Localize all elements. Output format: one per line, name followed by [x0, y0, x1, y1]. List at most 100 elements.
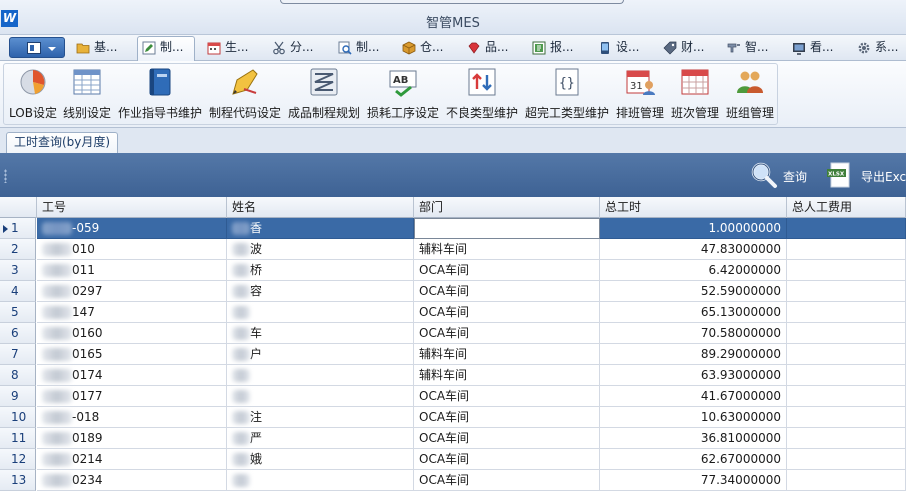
table-row[interactable]: 10 -018 注 OCA车间 10.63000000: [0, 407, 906, 428]
tab-module-9[interactable]: 设...: [594, 37, 639, 59]
tab-module-1[interactable]: 基...: [72, 37, 117, 59]
defect-type-button[interactable]: 不良类型维护: [444, 65, 520, 123]
column-header-dept[interactable]: 部门: [414, 197, 600, 218]
cell-dept[interactable]: OCA车间: [414, 470, 600, 491]
row-number[interactable]: 11: [0, 428, 36, 449]
cell-id[interactable]: 0234: [37, 470, 227, 491]
cell-hours[interactable]: 70.58000000: [600, 323, 787, 344]
cell-name[interactable]: 波: [227, 239, 414, 260]
work-instruction-button[interactable]: 作业指导书维护: [116, 65, 204, 123]
loss-process-button[interactable]: AB 损耗工序设定: [364, 65, 442, 123]
cell-id[interactable]: 0177: [37, 386, 227, 407]
column-header-labor-cost[interactable]: 总人工费用: [787, 197, 906, 218]
cell-dept[interactable]: OCA车间: [414, 407, 600, 428]
cell-dept[interactable]: OCA车间: [414, 260, 600, 281]
cell-labor-cost[interactable]: [787, 449, 906, 470]
cell-name[interactable]: 注: [227, 407, 414, 428]
table-row[interactable]: 1 -059 香 1.00000000: [0, 218, 906, 239]
cell-id[interactable]: -059: [37, 218, 227, 239]
tab-module-7[interactable]: 品...: [463, 37, 508, 59]
cell-hours[interactable]: 52.59000000: [600, 281, 787, 302]
cell-name[interactable]: 户: [227, 344, 414, 365]
row-number[interactable]: 7: [0, 344, 36, 365]
cell-hours[interactable]: 1.00000000: [600, 218, 787, 239]
table-row[interactable]: 2 010 波 辅料车间 47.83000000: [0, 239, 906, 260]
line-settings-button[interactable]: 线别设定: [60, 65, 114, 123]
column-header-name[interactable]: 姓名: [227, 197, 414, 218]
export-excel-button[interactable]: XLSX 导出Exc: [826, 159, 906, 191]
row-number[interactable]: 6: [0, 323, 36, 344]
cell-dept[interactable]: OCA车间: [414, 281, 600, 302]
table-row[interactable]: 11 0189 严 OCA车间 36.81000000: [0, 428, 906, 449]
process-code-button[interactable]: 制程代码设定: [206, 65, 284, 123]
tab-module-6[interactable]: 仓...: [398, 37, 443, 59]
cell-name[interactable]: 容: [227, 281, 414, 302]
cell-labor-cost[interactable]: [787, 407, 906, 428]
cell-dept[interactable]: OCA车间: [414, 386, 600, 407]
cell-id[interactable]: -018: [37, 407, 227, 428]
cell-name[interactable]: 香: [227, 218, 414, 239]
cell-dept[interactable]: 辅料车间: [414, 239, 600, 260]
cell-name[interactable]: [227, 365, 414, 386]
cell-hours[interactable]: 62.67000000: [600, 449, 787, 470]
cell-hours[interactable]: 6.42000000: [600, 260, 787, 281]
cell-labor-cost[interactable]: [787, 365, 906, 386]
tab-module-13[interactable]: 系...: [853, 37, 898, 59]
cell-labor-cost[interactable]: [787, 344, 906, 365]
table-row[interactable]: 3 011 桥 OCA车间 6.42000000: [0, 260, 906, 281]
cell-name[interactable]: 严: [227, 428, 414, 449]
cell-labor-cost[interactable]: [787, 323, 906, 344]
tab-module-10[interactable]: 财...: [659, 37, 704, 59]
column-header-hours[interactable]: 总工时: [600, 197, 787, 218]
cell-labor-cost[interactable]: [787, 281, 906, 302]
app-menu-button[interactable]: [9, 37, 65, 58]
team-management-button[interactable]: 班组管理: [724, 65, 776, 123]
row-number[interactable]: 5: [0, 302, 36, 323]
tab-module-5[interactable]: 制...: [334, 37, 379, 59]
tab-module-8[interactable]: 报...: [528, 37, 573, 59]
cell-id[interactable]: 011: [37, 260, 227, 281]
cell-id[interactable]: 0297: [37, 281, 227, 302]
shift-schedule-button[interactable]: 31 排班管理: [614, 65, 666, 123]
cell-hours[interactable]: 47.83000000: [600, 239, 787, 260]
cell-dept[interactable]: OCA车间: [414, 428, 600, 449]
cell-id[interactable]: 0165: [37, 344, 227, 365]
cell-dept[interactable]: 辅料车间: [414, 365, 600, 386]
cell-dept[interactable]: [414, 218, 600, 239]
tab-module-3[interactable]: 生...: [203, 37, 248, 59]
shift-class-button[interactable]: 班次管理: [668, 65, 722, 123]
cell-hours[interactable]: 10.63000000: [600, 407, 787, 428]
row-number[interactable]: 8: [0, 365, 36, 386]
tab-hours-query[interactable]: 工时查询(by月度): [6, 132, 119, 153]
cell-hours[interactable]: 89.29000000: [600, 344, 787, 365]
row-number[interactable]: 1: [0, 218, 36, 239]
cell-labor-cost[interactable]: [787, 260, 906, 281]
table-row[interactable]: 9 0177 OCA车间 41.67000000: [0, 386, 906, 407]
over-completion-type-button[interactable]: {} 超完工类型维护: [522, 65, 612, 123]
table-row[interactable]: 12 0214 娥 OCA车间 62.67000000: [0, 449, 906, 470]
toolbar-grip[interactable]: [4, 169, 7, 183]
cell-id[interactable]: 0160: [37, 323, 227, 344]
cell-dept[interactable]: OCA车间: [414, 323, 600, 344]
table-row[interactable]: 7 0165 户 辅料车间 89.29000000: [0, 344, 906, 365]
cell-name[interactable]: [227, 302, 414, 323]
cell-labor-cost[interactable]: [787, 239, 906, 260]
cell-id[interactable]: 0214: [37, 449, 227, 470]
cell-dept[interactable]: OCA车间: [414, 449, 600, 470]
row-number[interactable]: 9: [0, 386, 36, 407]
lob-settings-button[interactable]: LOB设定: [8, 65, 58, 123]
table-row[interactable]: 8 0174 辅料车间 63.93000000: [0, 365, 906, 386]
row-number[interactable]: 10: [0, 407, 36, 428]
row-number[interactable]: 4: [0, 281, 36, 302]
cell-name[interactable]: 娥: [227, 449, 414, 470]
column-header-id[interactable]: 工号: [37, 197, 227, 218]
table-row[interactable]: 6 0160 车 OCA车间 70.58000000: [0, 323, 906, 344]
cell-dept[interactable]: OCA车间: [414, 302, 600, 323]
cell-labor-cost[interactable]: [787, 302, 906, 323]
product-route-button[interactable]: 成品制程规划: [286, 65, 362, 123]
cell-hours[interactable]: 41.67000000: [600, 386, 787, 407]
row-number[interactable]: 12: [0, 449, 36, 470]
cell-hours[interactable]: 65.13000000: [600, 302, 787, 323]
table-row[interactable]: 13 0234 OCA车间 77.34000000: [0, 470, 906, 491]
cell-hours[interactable]: 36.81000000: [600, 428, 787, 449]
